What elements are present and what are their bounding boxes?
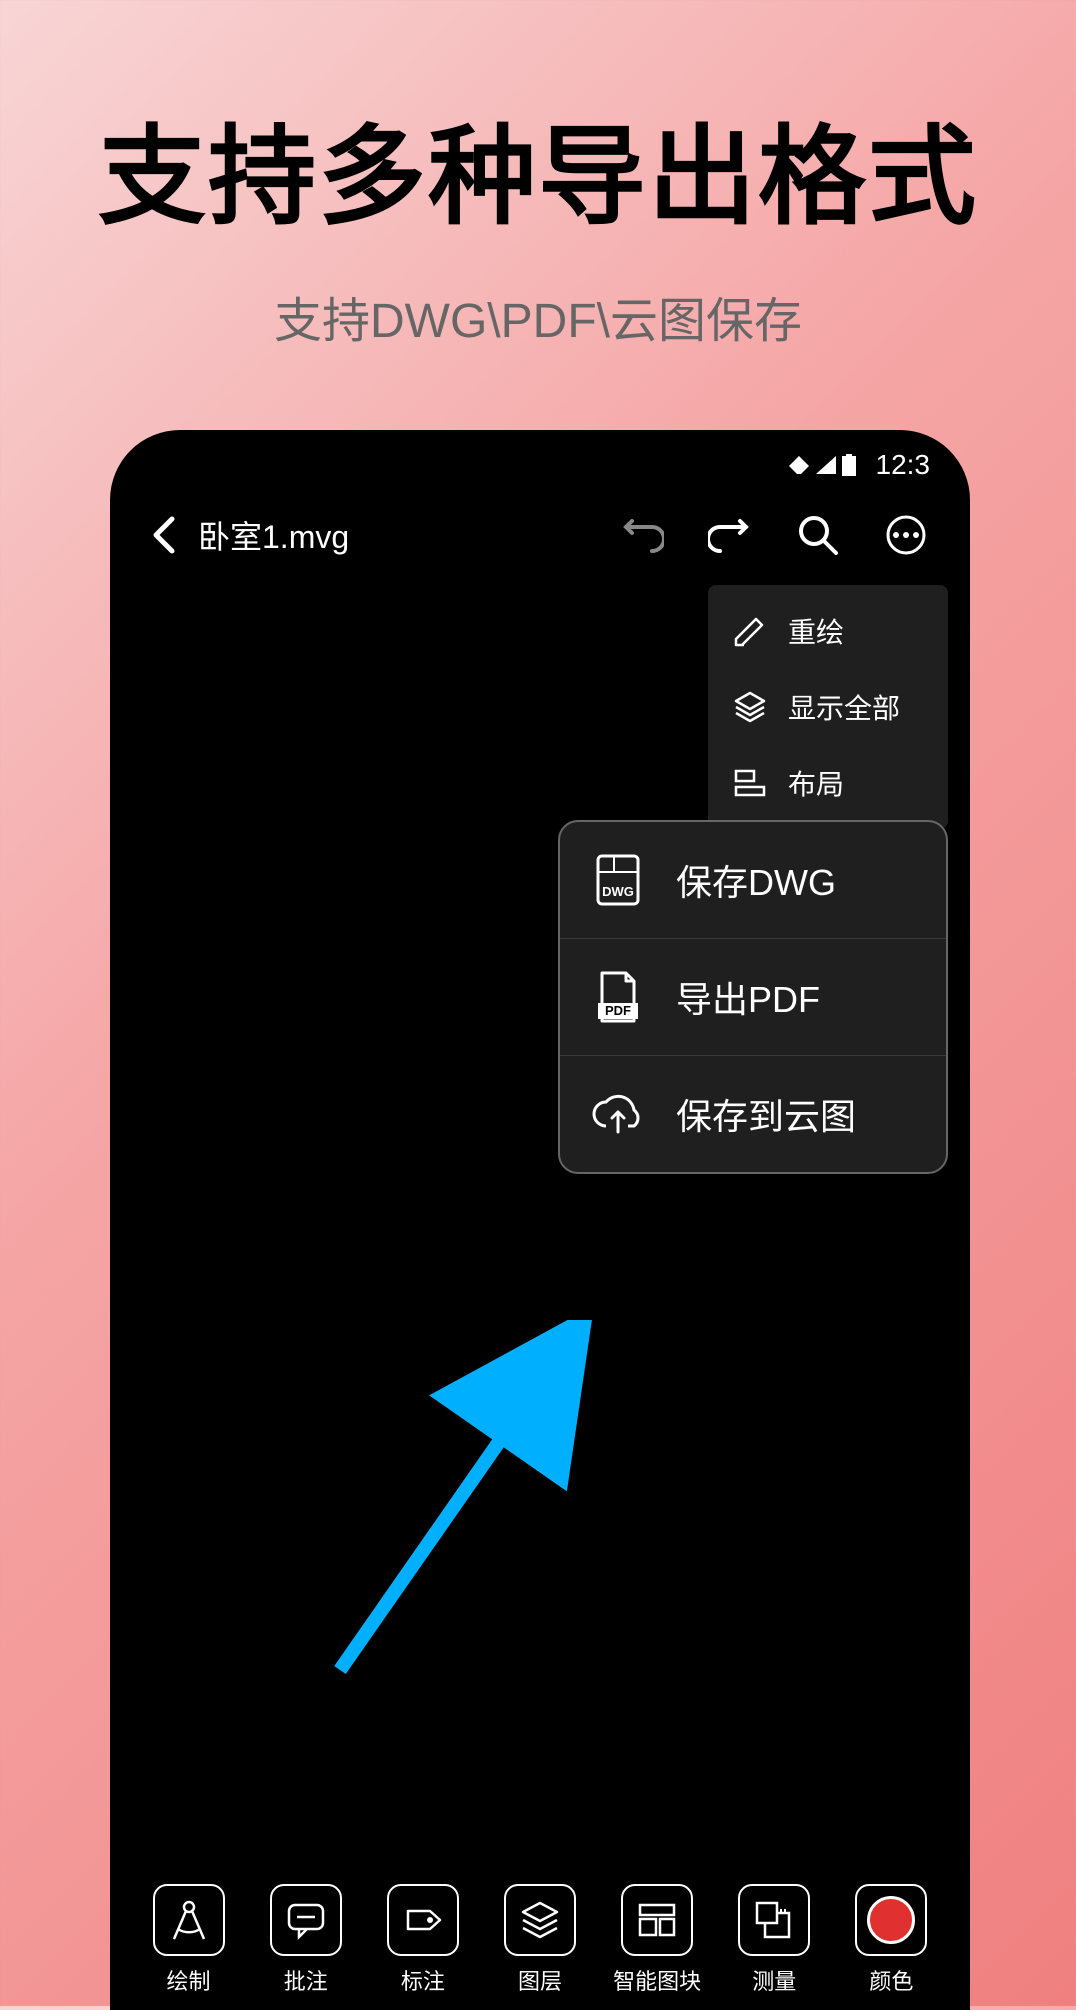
tool-label: 标注 <box>401 1964 445 1996</box>
svg-text:PDF: PDF <box>605 1003 631 1018</box>
dwg-file-icon: DWG <box>590 852 646 908</box>
tool-label: 颜色 <box>869 1964 913 1996</box>
grid-icon <box>634 1897 680 1943</box>
dropdown-label: 布局 <box>788 763 844 803</box>
tool-draw[interactable]: 绘制 <box>139 1884 239 1996</box>
layers-icon <box>732 689 768 725</box>
undo-button[interactable] <box>618 511 666 559</box>
tool-layers[interactable]: 图层 <box>490 1884 590 1996</box>
layout-icon <box>732 765 768 801</box>
export-label: 保存到云图 <box>676 1088 856 1140</box>
page-title: 支持多种导出格式 <box>0 90 1076 246</box>
pdf-file-icon: PDF <box>590 969 646 1025</box>
status-icons <box>788 454 856 476</box>
dropdown-label: 显示全部 <box>788 687 900 727</box>
tool-label: 智能图块 <box>613 1964 701 1996</box>
pencil-icon <box>732 613 768 649</box>
tool-measure[interactable]: 测量 <box>724 1884 824 1996</box>
tool-label: 测量 <box>752 1964 796 1996</box>
tool-comment[interactable]: 批注 <box>256 1884 356 1996</box>
redo-button[interactable] <box>706 511 754 559</box>
color-circle-icon <box>867 1896 915 1944</box>
comment-icon <box>283 1897 329 1943</box>
export-item-cloud[interactable]: 保存到云图 <box>560 1056 946 1172</box>
ruler-icon <box>751 1897 797 1943</box>
tool-annotate[interactable]: 标注 <box>373 1884 473 1996</box>
back-button[interactable] <box>140 511 188 559</box>
dropdown-item-showall[interactable]: 显示全部 <box>708 669 948 745</box>
status-bar: 12:3 <box>120 440 960 490</box>
status-time: 12:3 <box>876 449 931 481</box>
tool-label: 绘制 <box>167 1964 211 1996</box>
signal-icon <box>816 456 836 474</box>
wifi-icon <box>788 456 810 474</box>
bottom-toolbar: 绘制 批注 标注 图层 智能图块 测量 <box>120 1890 960 2000</box>
phone-screen: 12:3 卧室1.mvg <box>120 440 960 2000</box>
dropdown-item-redraw[interactable]: 重绘 <box>708 593 948 669</box>
phone-frame: 12:3 卧室1.mvg <box>110 430 970 2010</box>
file-name: 卧室1.mvg <box>198 512 349 558</box>
export-item-pdf[interactable]: PDF 导出PDF <box>560 939 946 1056</box>
tool-label: 图层 <box>518 1964 562 1996</box>
export-menu: DWG 保存DWG PDF 导出PDF 保存到云图 <box>558 820 948 1174</box>
dropdown-menu: 重绘 显示全部 布局 <box>708 585 948 829</box>
export-item-dwg[interactable]: DWG 保存DWG <box>560 822 946 939</box>
dropdown-label: 重绘 <box>788 611 844 651</box>
app-header: 卧室1.mvg <box>120 490 960 580</box>
battery-icon <box>842 454 856 476</box>
export-label: 导出PDF <box>676 971 820 1023</box>
page-subtitle: 支持DWG\PDF\云图保存 <box>0 281 1076 351</box>
tool-blocks[interactable]: 智能图块 <box>607 1884 707 1996</box>
layers-stack-icon <box>517 1897 563 1943</box>
search-button[interactable] <box>794 511 842 559</box>
dropdown-item-layout[interactable]: 布局 <box>708 745 948 821</box>
tag-icon <box>400 1897 446 1943</box>
export-label: 保存DWG <box>676 854 836 906</box>
tool-label: 批注 <box>284 1964 328 1996</box>
svg-text:DWG: DWG <box>602 884 634 899</box>
compass-icon <box>166 1897 212 1943</box>
cloud-upload-icon <box>590 1086 646 1142</box>
more-button[interactable] <box>882 511 930 559</box>
tool-color[interactable]: 颜色 <box>841 1884 941 1996</box>
